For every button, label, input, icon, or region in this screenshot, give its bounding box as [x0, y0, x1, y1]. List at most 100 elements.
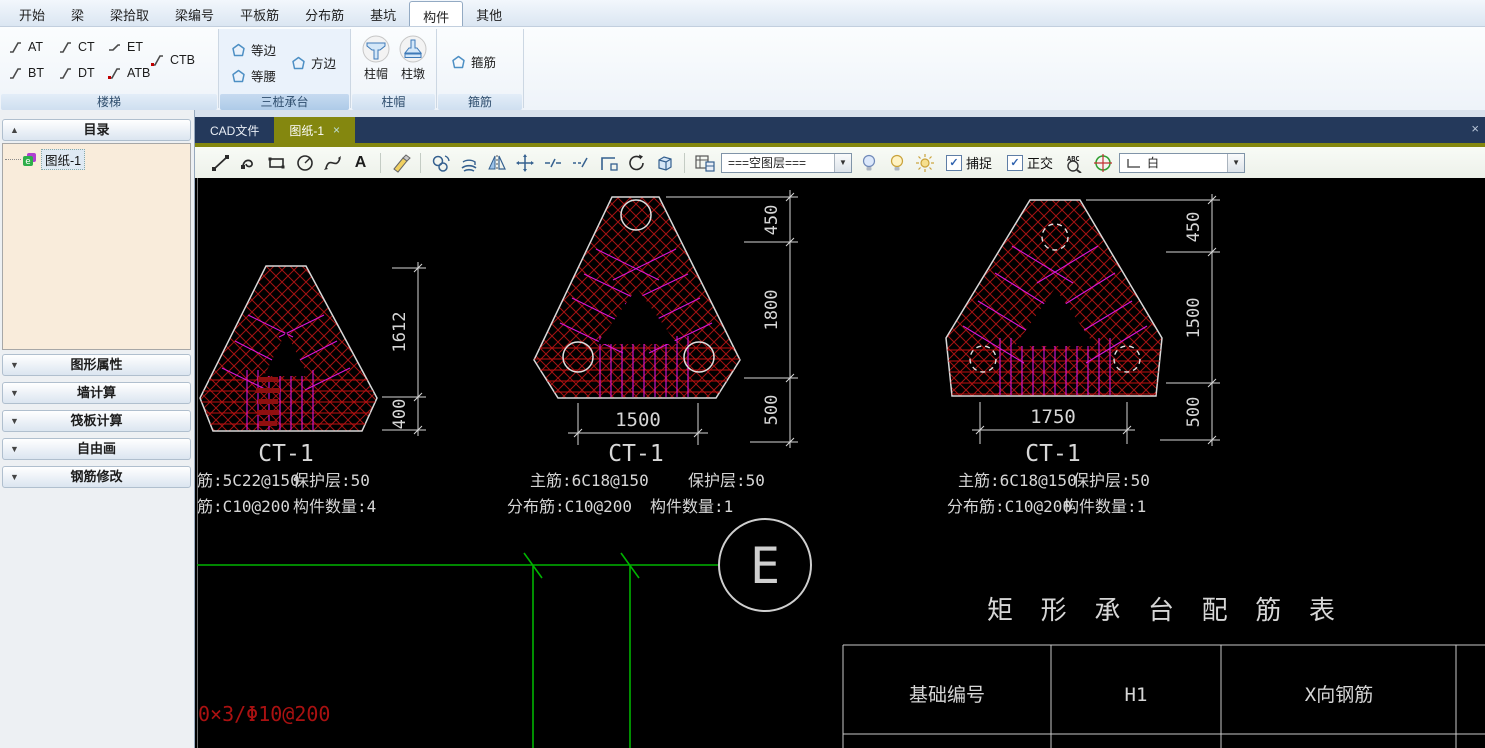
drawing-file-icon: e [23, 153, 36, 167]
layer-off-bulb-icon[interactable] [885, 151, 908, 174]
drawing-canvas[interactable]: 1612 400 CT-1 筋:5C22@150保护层:50 筋:C10@200… [195, 178, 1485, 748]
sidebar-panel-catalog[interactable]: ▲ 目录 [2, 119, 191, 141]
tab-drawing-1[interactable]: 图纸-1 × [274, 117, 356, 143]
rectangle-tool-icon[interactable] [265, 151, 288, 174]
ribbon-group-tripile: 等边 等腰 方边 三桩承台 [219, 29, 351, 110]
tree-item-drawing-1[interactable]: e 图纸-1 [5, 149, 190, 170]
pile-cap-3[interactable] [945, 199, 1163, 397]
ribbon-item-square-edge[interactable]: 方边 [291, 53, 336, 72]
dropdown-arrow-icon[interactable]: ▼ [1227, 153, 1245, 172]
polyline-tool-icon[interactable] [237, 151, 260, 174]
spline-tool-icon[interactable] [321, 151, 344, 174]
tab-close-icon[interactable]: × [333, 123, 340, 137]
circle-tool-icon[interactable] [293, 151, 316, 174]
ribbon-item-at[interactable]: AT [8, 40, 43, 54]
table-title: 矩 形 承 台 配 筋 表 [987, 596, 1341, 626]
cap-spec-line2[interactable]: 分布筋:C10@200构件数量:1 [507, 497, 733, 516]
cap-spec-line1[interactable]: 主筋:6C18@150保护层:50 [958, 471, 1150, 490]
cap-spec-line2[interactable]: 分布筋:C10@200构件数量:1 [947, 497, 1146, 516]
table-header-cell: 基础编号 [909, 684, 985, 706]
line-tool-icon[interactable] [209, 151, 232, 174]
menu-item-beam-number[interactable]: 梁编号 [162, 0, 227, 26]
menu-item-component[interactable]: 构件 [409, 1, 464, 26]
color-select[interactable]: 白 ▼ [1119, 152, 1246, 173]
cap-title[interactable]: CT-1 [608, 441, 663, 467]
ribbon-item-column-pier[interactable]: 柱墩 [396, 35, 430, 82]
ribbon-item-stirrup[interactable]: 箍筋 [451, 52, 496, 71]
stair-icon [108, 67, 120, 79]
cap-title[interactable]: CT-1 [1025, 441, 1080, 467]
rebar-schedule-table[interactable]: 矩 形 承 台 配 筋 表 基础编号 H1 X向钢筋 [842, 596, 1485, 748]
ribbon-bottom-strip [0, 110, 1485, 117]
pile-cap-2[interactable] [533, 196, 741, 399]
sidebar-panel-free-draw[interactable]: ▼ 自由画 [2, 438, 191, 460]
dim-label: 450 [762, 205, 782, 236]
text-tool-icon[interactable]: A [349, 151, 372, 174]
tabstrip-close-icon[interactable]: × [1471, 121, 1479, 136]
mirror-tool-icon[interactable] [485, 151, 508, 174]
dim-label: 1800 [762, 290, 782, 331]
break-at-point-icon[interactable] [569, 151, 592, 174]
catalog-tree: e 图纸-1 [2, 143, 191, 350]
stair-icon [10, 41, 21, 53]
menu-item-pit[interactable]: 基坑 [357, 0, 409, 26]
cap-spec-line1[interactable]: 主筋:6C18@150保护层:50 [530, 471, 765, 490]
ribbon-item-ct[interactable]: CT [58, 40, 95, 54]
match-brush-icon[interactable] [389, 151, 412, 174]
menu-item-dist-rebar[interactable]: 分布筋 [292, 0, 357, 26]
osnap-target-icon[interactable] [1091, 151, 1114, 174]
abc-find-icon[interactable]: ABC [1063, 151, 1086, 174]
pentagon-icon [232, 43, 245, 56]
ribbon-item-et[interactable]: ET [107, 40, 143, 54]
ribbon-item-bt[interactable]: BT [8, 66, 44, 80]
ribbon-item-atb[interactable]: ATB [107, 66, 150, 80]
brightness-sun-icon[interactable] [913, 151, 936, 174]
snap-toggle[interactable]: ✓ 捕捉 [946, 153, 992, 172]
layer-manager-icon[interactable] [693, 151, 716, 174]
ribbon-group-cap: 柱帽 柱墩 柱帽 [351, 29, 437, 110]
fillet-tool-icon[interactable] [597, 151, 620, 174]
ortho-toggle[interactable]: ✓ 正交 [1007, 153, 1053, 172]
menu-item-slab-rebar[interactable]: 平板筋 [227, 0, 292, 26]
sidebar-panel-raft-calc[interactable]: ▼ 筏板计算 [2, 410, 191, 432]
ribbon-item-dt[interactable]: DT [58, 66, 95, 80]
menu-item-beam-pick[interactable]: 梁拾取 [97, 0, 162, 26]
table-header-cell: H1 [1125, 684, 1148, 706]
sidebar-panel-rebar-edit[interactable]: ▼ 钢筋修改 [2, 466, 191, 488]
offset-tool-icon[interactable] [457, 151, 480, 174]
ortho-checkbox[interactable]: ✓ [1007, 154, 1024, 171]
dim-label: 500 [1184, 397, 1204, 428]
layer-on-bulb-icon[interactable] [857, 151, 880, 174]
copy-tool-icon[interactable] [429, 151, 452, 174]
svg-text:e: e [25, 157, 30, 167]
tab-cad-file[interactable]: CAD文件 [195, 117, 274, 143]
ribbon-item-equilateral[interactable]: 等边 [231, 40, 276, 59]
rotate-tool-icon[interactable] [625, 151, 648, 174]
move-tool-icon[interactable] [513, 151, 536, 174]
stair-icon [109, 43, 120, 51]
cap-title[interactable]: CT-1 [258, 441, 313, 467]
toolbar-separator [420, 152, 421, 173]
break-tool-icon[interactable] [541, 151, 564, 174]
sidebar-panel-graphic-properties[interactable]: ▼ 图形属性 [2, 354, 191, 376]
cap-spec-line2[interactable]: 筋:C10@200 构件数量:4 [197, 497, 376, 516]
menu-item-start[interactable]: 开始 [6, 0, 58, 26]
snap-checkbox[interactable]: ✓ [946, 154, 962, 171]
ribbon-item-isosceles[interactable]: 等腰 [231, 66, 276, 85]
rebar-note-text[interactable]: 0×3/Φ10@200 [198, 702, 330, 726]
menu-bar: 开始 梁 梁拾取 梁编号 平板筋 分布筋 基坑 构件 其他 [0, 0, 1485, 27]
cap-spec-line1[interactable]: 筋:5C22@150保护层:50 [197, 471, 370, 490]
sidebar-panel-wall-calc[interactable]: ▼ 墙计算 [2, 382, 191, 404]
grid-bubble-E[interactable]: E [718, 518, 812, 612]
dim-label: 400 [390, 399, 410, 430]
cad-toolbar: A ===空图层=== ▼ ✓ 捕捉 ✓ 正交 ABC 白 ▼ [195, 147, 1485, 178]
dropdown-arrow-icon[interactable]: ▼ [834, 153, 851, 172]
ribbon-item-column-cap[interactable]: 柱帽 [359, 35, 393, 82]
dim-label: 1500 [615, 409, 661, 431]
menu-item-other[interactable]: 其他 [463, 0, 515, 26]
ribbon-item-ctb[interactable]: CTB [150, 53, 195, 67]
menu-item-beam[interactable]: 梁 [58, 0, 97, 26]
3d-box-icon[interactable] [653, 151, 676, 174]
layer-select[interactable]: ===空图层=== ▼ [721, 152, 852, 173]
pile-cap-1[interactable] [199, 265, 378, 432]
